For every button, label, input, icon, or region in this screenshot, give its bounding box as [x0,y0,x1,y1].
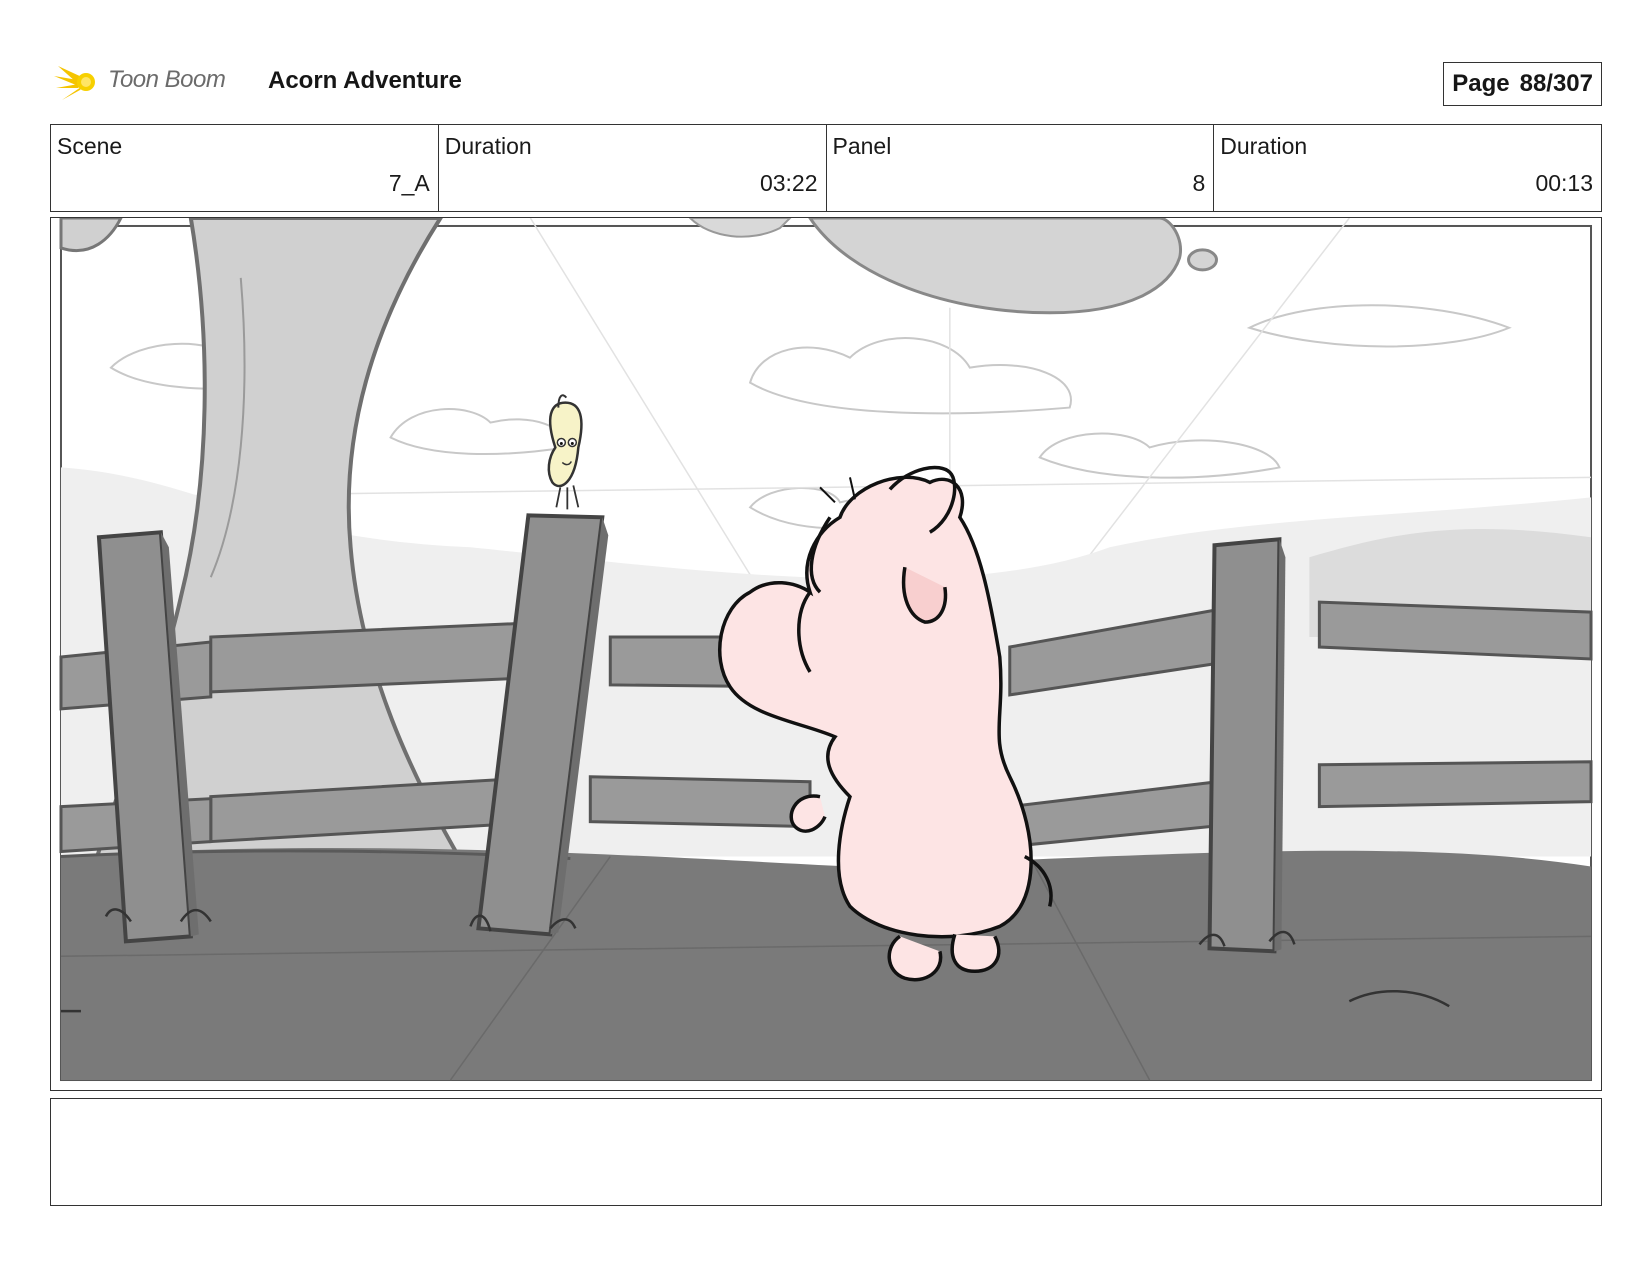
panel-duration-cell: Duration 00:13 [1214,125,1601,211]
project-title: Acorn Adventure [268,67,462,94]
page-indicator: Page 88/307 [1443,62,1602,106]
page-number: 88/307 [1519,70,1593,97]
storyboard-panel [50,217,1602,1091]
scene-value: 7_A [388,170,430,196]
panel-value: 8 [1192,170,1206,196]
storyboard-sketch-image [51,218,1601,1090]
scene-duration-label: Duration [444,133,532,159]
scene-info-table: Scene 7_A Duration 03:22 Panel 8 Duratio… [50,124,1602,212]
scene-label: Scene [57,133,123,159]
toon-boom-logo-icon [54,66,95,100]
scene-duration-cell: Duration 03:22 [439,125,827,211]
panel-label: Panel [832,133,892,159]
page-header: Toon Boom Acorn Adventure Page 88/307 [50,56,1602,108]
panel-duration-value: 00:13 [1535,170,1593,196]
panel-duration-label: Duration [1220,133,1308,159]
scene-cell: Scene 7_A [51,125,439,211]
panel-cell: Panel 8 [827,125,1215,211]
scene-duration-value: 03:22 [759,170,818,196]
page-label: Page [1452,70,1510,97]
brand-name: Toon Boom [108,66,226,93]
panel-notes-box [50,1098,1602,1206]
